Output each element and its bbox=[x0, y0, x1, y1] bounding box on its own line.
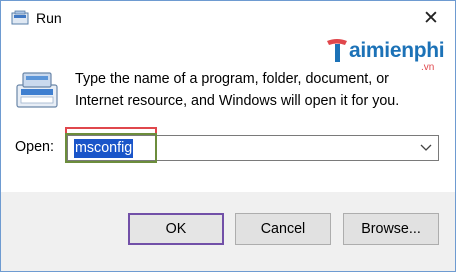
browse-button[interactable]: Browse... bbox=[343, 213, 439, 245]
open-label: Open: bbox=[15, 139, 54, 155]
prompt-line-2: Internet resource, and Windows will open… bbox=[75, 93, 400, 109]
run-large-icon bbox=[16, 72, 58, 108]
window-title: Run bbox=[36, 10, 62, 26]
watermark-brand: aimienphi bbox=[349, 39, 445, 62]
close-button[interactable]: ✕ bbox=[417, 6, 445, 30]
watermark-logo bbox=[327, 39, 347, 62]
title-bar: Run ✕ bbox=[1, 1, 455, 35]
chevron-down-icon[interactable] bbox=[420, 141, 432, 153]
run-icon bbox=[11, 10, 29, 25]
cancel-button[interactable]: Cancel bbox=[235, 213, 331, 245]
prompt-line-1: Type the name of a program, folder, docu… bbox=[75, 71, 389, 87]
close-icon: ✕ bbox=[423, 7, 439, 29]
prompt-text: Type the name of a program, folder, docu… bbox=[75, 68, 445, 112]
highlight-box-green bbox=[65, 133, 157, 163]
button-bar: OK Cancel Browse... bbox=[1, 192, 455, 271]
ok-button[interactable]: OK bbox=[128, 213, 224, 245]
run-dialog: Run ✕ aimienphi .vn Type the name of a p… bbox=[0, 0, 456, 272]
